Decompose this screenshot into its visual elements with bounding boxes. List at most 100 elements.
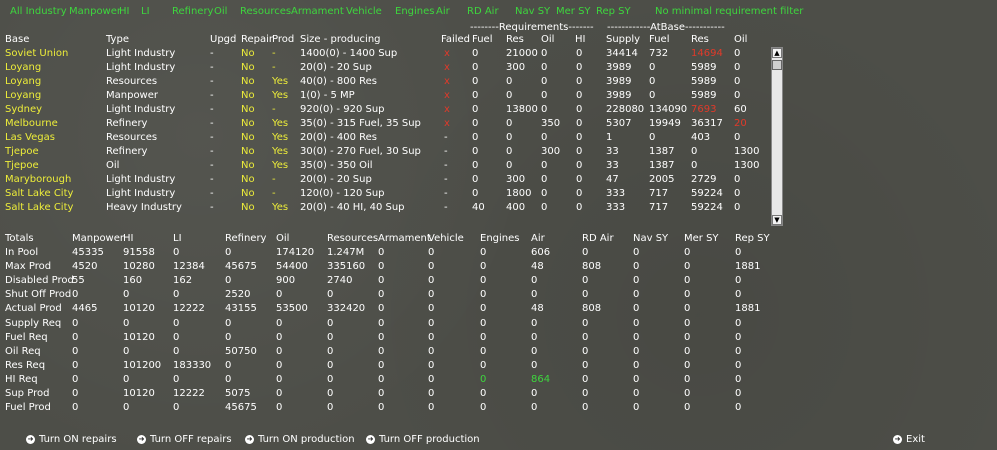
totals-header-4: LI (173, 233, 182, 244)
cell-base[interactable]: Soviet Union (5, 48, 68, 60)
totals-cell: 0 (327, 388, 334, 399)
totals-cell: 0 (633, 373, 640, 385)
totals-cell: 0 (72, 345, 79, 357)
totals-cell: 606 (531, 247, 551, 258)
cell-prod: - (272, 48, 276, 59)
filter-4[interactable]: LI (141, 6, 150, 18)
cell-oil: 0 (541, 104, 548, 115)
cell-base[interactable]: Loyang (5, 62, 41, 74)
cell-supply: 333 (606, 202, 626, 213)
filter-15[interactable]: Rep SY (596, 6, 631, 18)
cell-ab_fuel: 19949 (649, 118, 681, 129)
cell-hi: 0 (576, 104, 583, 115)
turn-off-repairs-button[interactable]: ➜ Turn OFF repairs (137, 434, 232, 445)
totals-row-label: Fuel Prod (5, 402, 51, 414)
cell-base[interactable]: Loyang (5, 76, 41, 88)
cell-base[interactable]: Salt Lake City (5, 202, 73, 214)
cell-failed: - (444, 160, 448, 171)
cell-base[interactable]: Loyang (5, 90, 41, 102)
cell-base[interactable]: Salt Lake City (5, 188, 73, 200)
totals-cell: 0 (72, 402, 79, 414)
totals-cell: 0 (72, 388, 79, 399)
cell-ab_fuel: 0 (649, 76, 656, 87)
cell-base[interactable]: Tjepoe (5, 160, 39, 172)
cell-oil: 0 (541, 48, 548, 59)
totals-cell: 0 (173, 373, 180, 385)
filter-7[interactable]: Resources (240, 6, 291, 18)
totals-cell: 0 (735, 275, 742, 287)
cell-type: Light Industry (106, 62, 176, 73)
filter-1[interactable]: All Industry (10, 6, 67, 18)
cell-ab_fuel: 1387 (649, 160, 675, 171)
filter-8[interactable]: Armament (291, 6, 344, 18)
cell-fuel: 0 (472, 160, 479, 171)
cell-base[interactable]: Las Vegas (5, 132, 55, 144)
cell-repair: No (241, 118, 255, 129)
filter-10[interactable]: Engines (395, 6, 434, 18)
totals-cell: 183330 (173, 359, 212, 371)
cell-base[interactable]: Sydney (5, 104, 42, 116)
scroll-up-arrow-icon[interactable]: ▲ (772, 48, 782, 58)
cell-fuel: 0 (472, 62, 479, 73)
filter-12[interactable]: RD Air (467, 6, 499, 18)
filter-16[interactable]: No minimal requirement filter (655, 6, 803, 18)
cell-oil: 0 (541, 132, 548, 143)
filter-6[interactable]: Oil (214, 6, 227, 18)
filter-3[interactable]: HI (119, 6, 129, 18)
totals-cell: 0 (582, 373, 589, 385)
filter-13[interactable]: Nav SY (515, 6, 550, 18)
totals-cell: 174120 (276, 247, 315, 258)
totals-cell: 0 (684, 345, 691, 357)
totals-header-3: HI (123, 233, 134, 244)
totals-cell: 2740 (327, 275, 353, 287)
totals-cell: 900 (276, 275, 296, 287)
column-header-ab_oil: Oil (734, 34, 748, 45)
cell-base[interactable]: Maryborough (5, 174, 71, 186)
totals-header-5: Refinery (225, 233, 267, 244)
cell-repair: No (241, 90, 255, 101)
button-label: Turn OFF production (379, 434, 480, 445)
turn-on-production-button[interactable]: ➜ Turn ON production (245, 434, 355, 445)
cell-repair: No (241, 104, 255, 115)
totals-cell: 0 (225, 373, 232, 385)
cell-type: Light Industry (106, 188, 176, 199)
cell-type: Refinery (106, 146, 148, 157)
cell-supply: 228080 (606, 104, 645, 115)
totals-cell: 10280 (123, 261, 155, 273)
scrollbar-thumb[interactable] (772, 60, 782, 70)
cell-ab_oil: 0 (734, 174, 741, 185)
cell-type: Light Industry (106, 48, 176, 59)
cell-oil: 0 (541, 62, 548, 73)
cell-size: 40(0) - 800 Res (300, 76, 377, 87)
totals-cell: 0 (276, 359, 283, 371)
cell-size: 920(0) - 920 Sup (300, 104, 385, 115)
totals-cell: 0 (735, 388, 742, 399)
cell-oil: 350 (541, 118, 561, 129)
filter-9[interactable]: Vehicle (346, 6, 382, 18)
column-header-hi: HI (575, 34, 586, 45)
base-list-scrollbar[interactable]: ▲ ▼ (771, 47, 783, 226)
filter-5[interactable]: Refinery (172, 6, 213, 18)
totals-cell: 0 (684, 402, 691, 414)
scroll-down-arrow-icon[interactable]: ▼ (772, 215, 782, 225)
cell-size: 20(0) - 400 Res (300, 132, 377, 143)
cell-ab_res: 36317 (691, 118, 723, 129)
totals-header-12: RD Air (582, 233, 614, 244)
cell-prod: Yes (272, 76, 289, 87)
cell-base[interactable]: Melbourne (5, 118, 58, 130)
cell-base[interactable]: Tjepoe (5, 146, 39, 158)
arrow-right-icon: ➜ (26, 435, 35, 444)
cell-ab_fuel: 0 (649, 62, 656, 73)
filter-11[interactable]: Air (436, 6, 450, 18)
turn-on-repairs-button[interactable]: ➜ Turn ON repairs (26, 434, 117, 445)
totals-cell: 0 (480, 261, 487, 273)
turn-off-production-button[interactable]: ➜ Turn OFF production (366, 434, 480, 445)
totals-cell: 0 (428, 331, 435, 343)
totals-cell: 0 (378, 289, 385, 301)
filter-2[interactable]: Manpower (69, 6, 121, 18)
filter-14[interactable]: Mer SY (556, 6, 591, 18)
totals-cell: 45675 (225, 261, 257, 273)
exit-button[interactable]: ➜ Exit (893, 434, 925, 445)
cell-hi: 0 (576, 76, 583, 87)
totals-cell: 0 (225, 247, 232, 258)
